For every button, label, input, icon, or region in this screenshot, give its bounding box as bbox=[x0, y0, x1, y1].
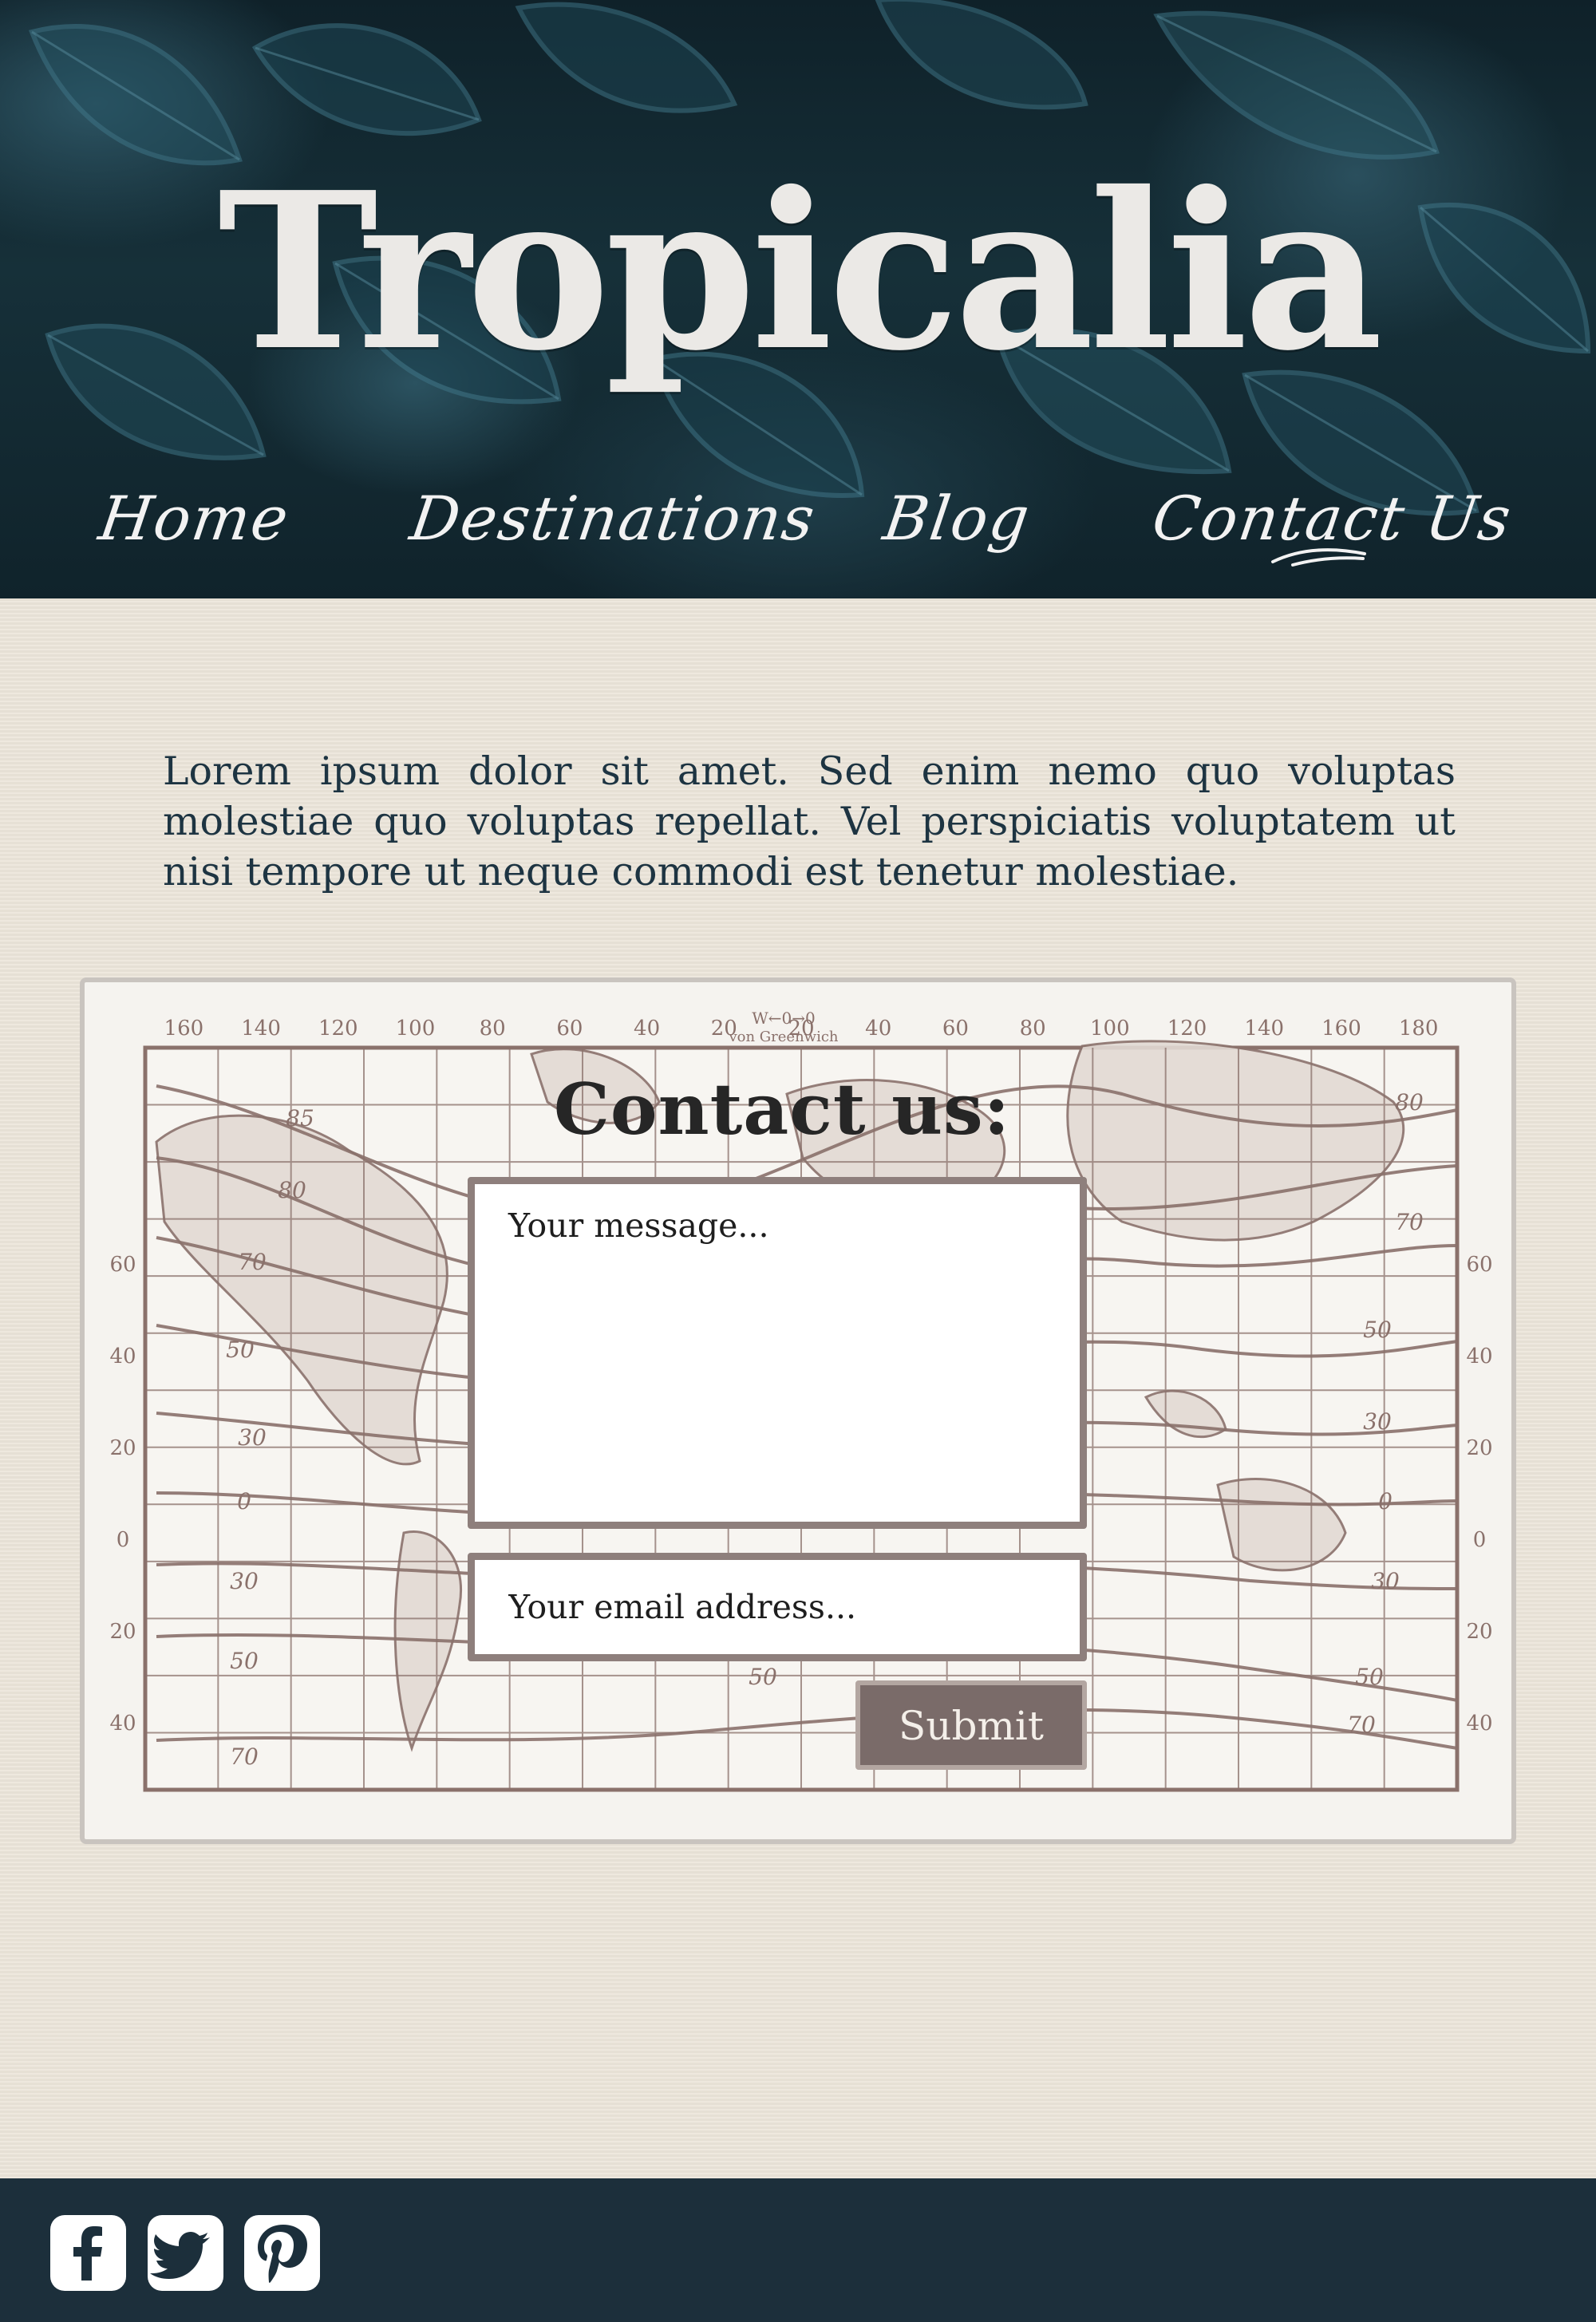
nav-home[interactable]: Home bbox=[93, 471, 296, 567]
map-longitude-label-5: 60 bbox=[556, 1017, 583, 1041]
email-field[interactable] bbox=[468, 1553, 1087, 1661]
map-latitude-right-5: 40 bbox=[1466, 1712, 1492, 1736]
map-isotherm-label-10: 70 bbox=[1395, 1209, 1424, 1235]
intro-paragraph: Lorem ipsum dolor sit amet. Sed enim nem… bbox=[163, 748, 1456, 894]
site-header: Tropicalia Home Destinations Blog Contac… bbox=[0, 0, 1596, 598]
map-latitude-left-1: 40 bbox=[109, 1345, 136, 1368]
map-longitude-label-14: 140 bbox=[1244, 1017, 1284, 1041]
map-isotherm-label-7: 50 bbox=[230, 1648, 259, 1674]
map-latitude-right-3: 0 bbox=[1473, 1528, 1487, 1552]
map-latitude-right-0: 60 bbox=[1466, 1253, 1492, 1277]
map-longitude-label-3: 100 bbox=[396, 1017, 436, 1041]
map-longitude-label-12: 100 bbox=[1090, 1017, 1130, 1041]
map-longitude-label-15: 160 bbox=[1321, 1017, 1361, 1041]
map-isotherm-label-1: 80 bbox=[278, 1177, 306, 1203]
map-longitude-label-6: 40 bbox=[634, 1017, 660, 1041]
map-latitude-left-0: 60 bbox=[109, 1253, 136, 1277]
map-greenwich-sublabel: von Greenwich bbox=[728, 1029, 838, 1045]
map-isotherm-label-13: 0 bbox=[1378, 1488, 1393, 1514]
map-isotherm-label-17: 50 bbox=[749, 1664, 777, 1690]
map-longitude-label-0: 160 bbox=[164, 1017, 204, 1041]
pinterest-icon bbox=[258, 2225, 307, 2283]
site-title: Tropicalia bbox=[217, 144, 1383, 398]
map-latitude-right-4: 20 bbox=[1466, 1620, 1492, 1644]
map-isotherm-label-8: 70 bbox=[230, 1743, 259, 1770]
map-latitude-right-2: 20 bbox=[1466, 1436, 1492, 1460]
map-longitude-label-1: 140 bbox=[241, 1017, 281, 1041]
map-longitude-label-13: 120 bbox=[1167, 1017, 1207, 1041]
map-longitude-label-11: 80 bbox=[1020, 1017, 1046, 1041]
site-footer bbox=[0, 2178, 1596, 2322]
facebook-link[interactable] bbox=[50, 2215, 126, 2291]
twitter-link[interactable] bbox=[148, 2215, 223, 2291]
map-longitude-label-2: 120 bbox=[318, 1017, 358, 1041]
map-longitude-label-10: 60 bbox=[942, 1017, 969, 1041]
contact-title: Contact us: bbox=[553, 1068, 1011, 1151]
map-latitude-left-3: 0 bbox=[117, 1528, 130, 1552]
map-isotherm-label-9: 80 bbox=[1395, 1089, 1424, 1116]
map-longitude-label-16: 180 bbox=[1399, 1017, 1439, 1041]
map-isotherm-label-6: 30 bbox=[230, 1568, 259, 1594]
pinterest-link[interactable] bbox=[244, 2215, 320, 2291]
map-isotherm-label-3: 50 bbox=[226, 1337, 255, 1363]
map-isotherm-label-12: 30 bbox=[1363, 1408, 1392, 1435]
map-isotherm-label-15: 50 bbox=[1355, 1664, 1384, 1690]
map-isotherm-label-0: 85 bbox=[286, 1105, 314, 1131]
map-latitude-left-5: 40 bbox=[109, 1712, 136, 1736]
map-isotherm-label-4: 30 bbox=[238, 1424, 267, 1451]
active-nav-underline bbox=[1271, 548, 1366, 567]
map-latitude-right-1: 40 bbox=[1466, 1345, 1492, 1368]
map-isotherm-label-14: 30 bbox=[1371, 1568, 1400, 1594]
facebook-icon bbox=[73, 2226, 102, 2281]
map-longitude-label-4: 80 bbox=[480, 1017, 506, 1041]
twitter-icon bbox=[150, 2232, 210, 2279]
submit-button[interactable]: Submit bbox=[855, 1680, 1087, 1770]
map-latitude-left-4: 20 bbox=[109, 1620, 136, 1644]
map-isotherm-label-5: 0 bbox=[237, 1488, 251, 1514]
map-isotherm-label-16: 70 bbox=[1347, 1712, 1376, 1738]
message-field[interactable] bbox=[468, 1177, 1087, 1529]
map-latitude-left-2: 20 bbox=[109, 1436, 136, 1460]
map-greenwich-label: W←0→0 bbox=[752, 1009, 816, 1028]
nav-destinations[interactable]: Destinations bbox=[405, 471, 822, 567]
map-isotherm-label-11: 50 bbox=[1363, 1317, 1392, 1343]
map-isotherm-label-2: 70 bbox=[238, 1249, 267, 1275]
nav-blog[interactable]: Blog bbox=[878, 471, 1037, 567]
map-longitude-label-9: 40 bbox=[865, 1017, 891, 1041]
